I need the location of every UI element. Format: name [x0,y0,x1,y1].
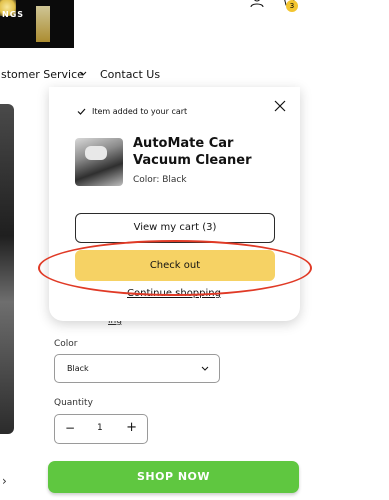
quantity-value[interactable]: 1 [97,423,103,433]
cart-count-badge: 3 [286,0,298,12]
check-icon [77,108,86,115]
account-icon[interactable] [250,0,264,8]
shop-now-button[interactable]: SHOP NOW [48,461,299,493]
quantity-label: Quantity [54,398,93,408]
highlight-annotation [38,240,312,296]
product-title: AutoMate Car Vacuum Cleaner [133,136,252,168]
nav-customer-service[interactable]: ustomer Service [0,68,84,81]
view-cart-button[interactable]: View my cart (3) [75,213,275,243]
product-thumbnail [75,138,123,186]
thumbnail-detail [85,146,107,160]
chevron-down-icon [79,71,87,76]
quantity-minus-button[interactable]: − [65,421,75,435]
color-label: Color [54,339,78,349]
arrow-right-icon[interactable]: › [2,474,7,488]
nav-contact-us[interactable]: Contact Us [100,68,160,81]
product-color: Color: Black [133,175,187,185]
product-image [0,104,14,434]
logo-mark [36,6,50,42]
quantity-plus-button[interactable]: + [126,420,137,435]
quantity-stepper: − 1 + [54,414,148,444]
logo-text: NGS [2,10,25,19]
color-select[interactable]: Black [54,354,220,383]
close-icon[interactable] [273,99,287,113]
item-added-message: Item added to your cart [92,107,188,116]
chevron-down-icon [201,366,209,371]
store-logo[interactable]: NGS [0,0,74,48]
color-select-value: Black [67,364,89,373]
